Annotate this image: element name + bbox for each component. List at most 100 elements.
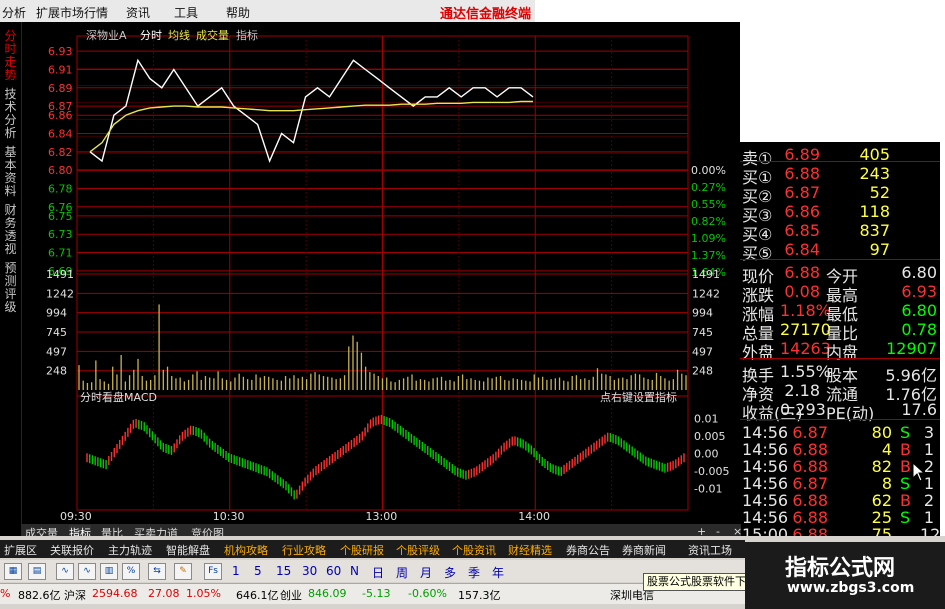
mouse-cursor-icon bbox=[912, 462, 926, 482]
nav-item[interactable]: 行业攻略 bbox=[282, 542, 326, 558]
period-button[interactable]: 日 bbox=[372, 564, 384, 581]
stat-row[interactable]: 外盘 14263 内盘 12907 bbox=[740, 338, 940, 362]
nav-item[interactable]: 券商新闻 bbox=[622, 542, 666, 558]
pencil-icon[interactable]: ✎ bbox=[174, 563, 192, 580]
period-button[interactable]: N bbox=[350, 564, 359, 578]
nav-item[interactable]: 个股评级 bbox=[396, 542, 440, 558]
index-amount: 646.1亿 bbox=[236, 589, 279, 602]
ask-row[interactable]: 卖① 6.89 405 bbox=[740, 144, 940, 168]
separator bbox=[740, 358, 940, 359]
index-value: 2594.68 bbox=[92, 587, 138, 600]
stat-row[interactable]: 涨幅 1.18% 最低 6.80 bbox=[740, 300, 940, 324]
stat-row[interactable]: 换手 1.55% 股本 5.96亿 bbox=[740, 361, 940, 385]
period-button[interactable]: Fs bbox=[204, 563, 222, 580]
bid-price: 6.84 bbox=[784, 240, 820, 259]
volume-tick-label: 994 bbox=[692, 307, 713, 320]
menu-item-tools[interactable]: 工具 bbox=[174, 4, 198, 21]
tick-row[interactable]: 14:56 6.88 62 B 2 bbox=[740, 490, 940, 510]
mode-label: 分时 bbox=[140, 29, 162, 42]
stat-row[interactable]: 收益(三) 0.293 PE(动) 17.6 bbox=[740, 399, 940, 423]
nav-item[interactable]: 智能解盘 bbox=[166, 542, 210, 558]
menu-item-news[interactable]: 资讯 bbox=[126, 4, 150, 21]
separator bbox=[740, 161, 940, 162]
volume-tick-label: 1491 bbox=[692, 268, 720, 281]
pct-tick-label: 0.00% bbox=[691, 164, 726, 177]
stat-value: 27170 bbox=[780, 320, 831, 339]
bid-volume: 52 bbox=[869, 183, 890, 202]
toolbar-icon[interactable]: ⇆ bbox=[148, 563, 166, 580]
tick-row[interactable]: 14:56 6.88 4 B 1 bbox=[740, 439, 940, 459]
macd-tick-label: 0.00 bbox=[694, 447, 719, 460]
nav-item[interactable]: 个股资讯 bbox=[452, 542, 496, 558]
nav-item[interactable]: 关联报价 bbox=[50, 542, 94, 558]
nav-item[interactable]: 扩展区 bbox=[4, 542, 37, 558]
toolbar-icon[interactable]: % bbox=[122, 563, 140, 580]
tick-row[interactable]: 14:56 6.88 25 S 1 bbox=[740, 507, 940, 527]
intraday-chart[interactable]: 6.936.916.896.876.866.846.826.806.786.76… bbox=[0, 22, 740, 536]
period-button[interactable]: 15 bbox=[276, 564, 291, 578]
index-change: -5.13 bbox=[362, 587, 391, 600]
volume-tick-label: 745 bbox=[46, 326, 67, 339]
toolbar-icon[interactable]: ∿ bbox=[56, 563, 74, 580]
volume-tick-label: 745 bbox=[692, 326, 713, 339]
nav-item[interactable]: 个股研报 bbox=[340, 542, 384, 558]
stat-row[interactable]: 现价 6.88 今开 6.80 bbox=[740, 262, 940, 286]
period-button[interactable]: 30 bbox=[302, 564, 317, 578]
tick-row[interactable]: 14:56 6.87 8 S 1 bbox=[740, 473, 940, 493]
nav-item[interactable]: 机构攻略 bbox=[224, 542, 268, 558]
period-button[interactable]: 季 bbox=[468, 564, 480, 581]
menu-item-help[interactable]: 帮助 bbox=[226, 4, 250, 21]
bid-price: 6.85 bbox=[784, 221, 820, 240]
price-tick-label: 6.93 bbox=[48, 45, 73, 58]
tick-row[interactable]: 14:56 6.87 80 S 3 bbox=[740, 422, 940, 442]
bid-volume: 97 bbox=[869, 240, 890, 259]
period-button[interactable]: 60 bbox=[326, 564, 341, 578]
period-button[interactable]: 月 bbox=[420, 564, 432, 581]
stat-value: 6.88 bbox=[784, 263, 820, 282]
toolbar-icon[interactable]: ▦ bbox=[4, 563, 22, 580]
index-name[interactable]: 创业 bbox=[280, 587, 302, 603]
stat-value: 6.80 bbox=[901, 301, 937, 320]
period-button[interactable]: 1 bbox=[232, 564, 240, 578]
price-tick-label: 6.84 bbox=[48, 128, 73, 141]
bid-row[interactable]: 买④ 6.85 837 bbox=[740, 220, 940, 244]
stat-row[interactable]: 总量 27170 量比 0.78 bbox=[740, 319, 940, 343]
toolbar-icon[interactable]: ▥ bbox=[100, 563, 118, 580]
index-name[interactable]: 沪深 bbox=[64, 587, 86, 603]
macd-hint: 点右键设置指标 bbox=[600, 390, 677, 404]
nav-item[interactable]: 主力轨迹 bbox=[108, 542, 152, 558]
toolbar-icon[interactable]: ▤ bbox=[28, 563, 46, 580]
bid-row[interactable]: 买⑤ 6.84 97 bbox=[740, 239, 940, 263]
price-tick-label: 6.75 bbox=[48, 210, 73, 223]
stat-label: PE(动) bbox=[826, 404, 875, 423]
price-tick-label: 6.71 bbox=[48, 247, 73, 260]
macd-tick-label: 0.01 bbox=[694, 412, 719, 425]
stat-row[interactable]: 净资 2.18 流通 1.76亿 bbox=[740, 380, 940, 404]
indicator-label[interactable]: 指标 bbox=[236, 28, 258, 42]
nav-item[interactable]: 券商公告 bbox=[566, 542, 610, 558]
bid-row[interactable]: 买③ 6.86 118 bbox=[740, 201, 940, 225]
volume-tick-label: 497 bbox=[692, 345, 713, 358]
bid-row[interactable]: 买① 6.88 243 bbox=[740, 163, 940, 187]
menu-item-analysis[interactable]: 分析 bbox=[2, 4, 26, 21]
period-button[interactable]: 5 bbox=[254, 564, 262, 578]
index-change: 27.08 bbox=[148, 587, 180, 600]
nav-item[interactable]: 财经精选 bbox=[508, 542, 552, 558]
period-button[interactable]: 年 bbox=[492, 564, 504, 581]
toolbar-icon[interactable]: ∿ bbox=[78, 563, 96, 580]
toolbar: ▦ ▤ ∿ ∿ ▥ % ⇆ ✎ Fs 1 5 15 30 60 N 日 周 月 … bbox=[0, 560, 745, 582]
watermark: 指标公式网 www.zbgs3.com bbox=[745, 542, 945, 609]
menu-item-extended-market[interactable]: 扩展市场行情 bbox=[36, 4, 108, 21]
tick-row[interactable]: 14:56 6.88 82 B 2 bbox=[740, 456, 940, 476]
period-button[interactable]: 周 bbox=[396, 564, 408, 581]
bid-row[interactable]: 买② 6.87 52 bbox=[740, 182, 940, 206]
stat-value: 0.78 bbox=[901, 320, 937, 339]
volume-tick-label: 1491 bbox=[46, 268, 74, 281]
time-tick-label: 13:00 bbox=[366, 510, 398, 523]
nav-item[interactable]: 资讯工场 bbox=[688, 542, 732, 558]
stat-label: 外盘 bbox=[742, 343, 775, 362]
period-button[interactable]: 多 bbox=[444, 564, 456, 581]
stat-row[interactable]: 涨跌 0.08 最高 6.93 bbox=[740, 281, 940, 305]
status-pct: % bbox=[0, 587, 11, 600]
watermark-title: 指标公式网 bbox=[785, 556, 896, 581]
